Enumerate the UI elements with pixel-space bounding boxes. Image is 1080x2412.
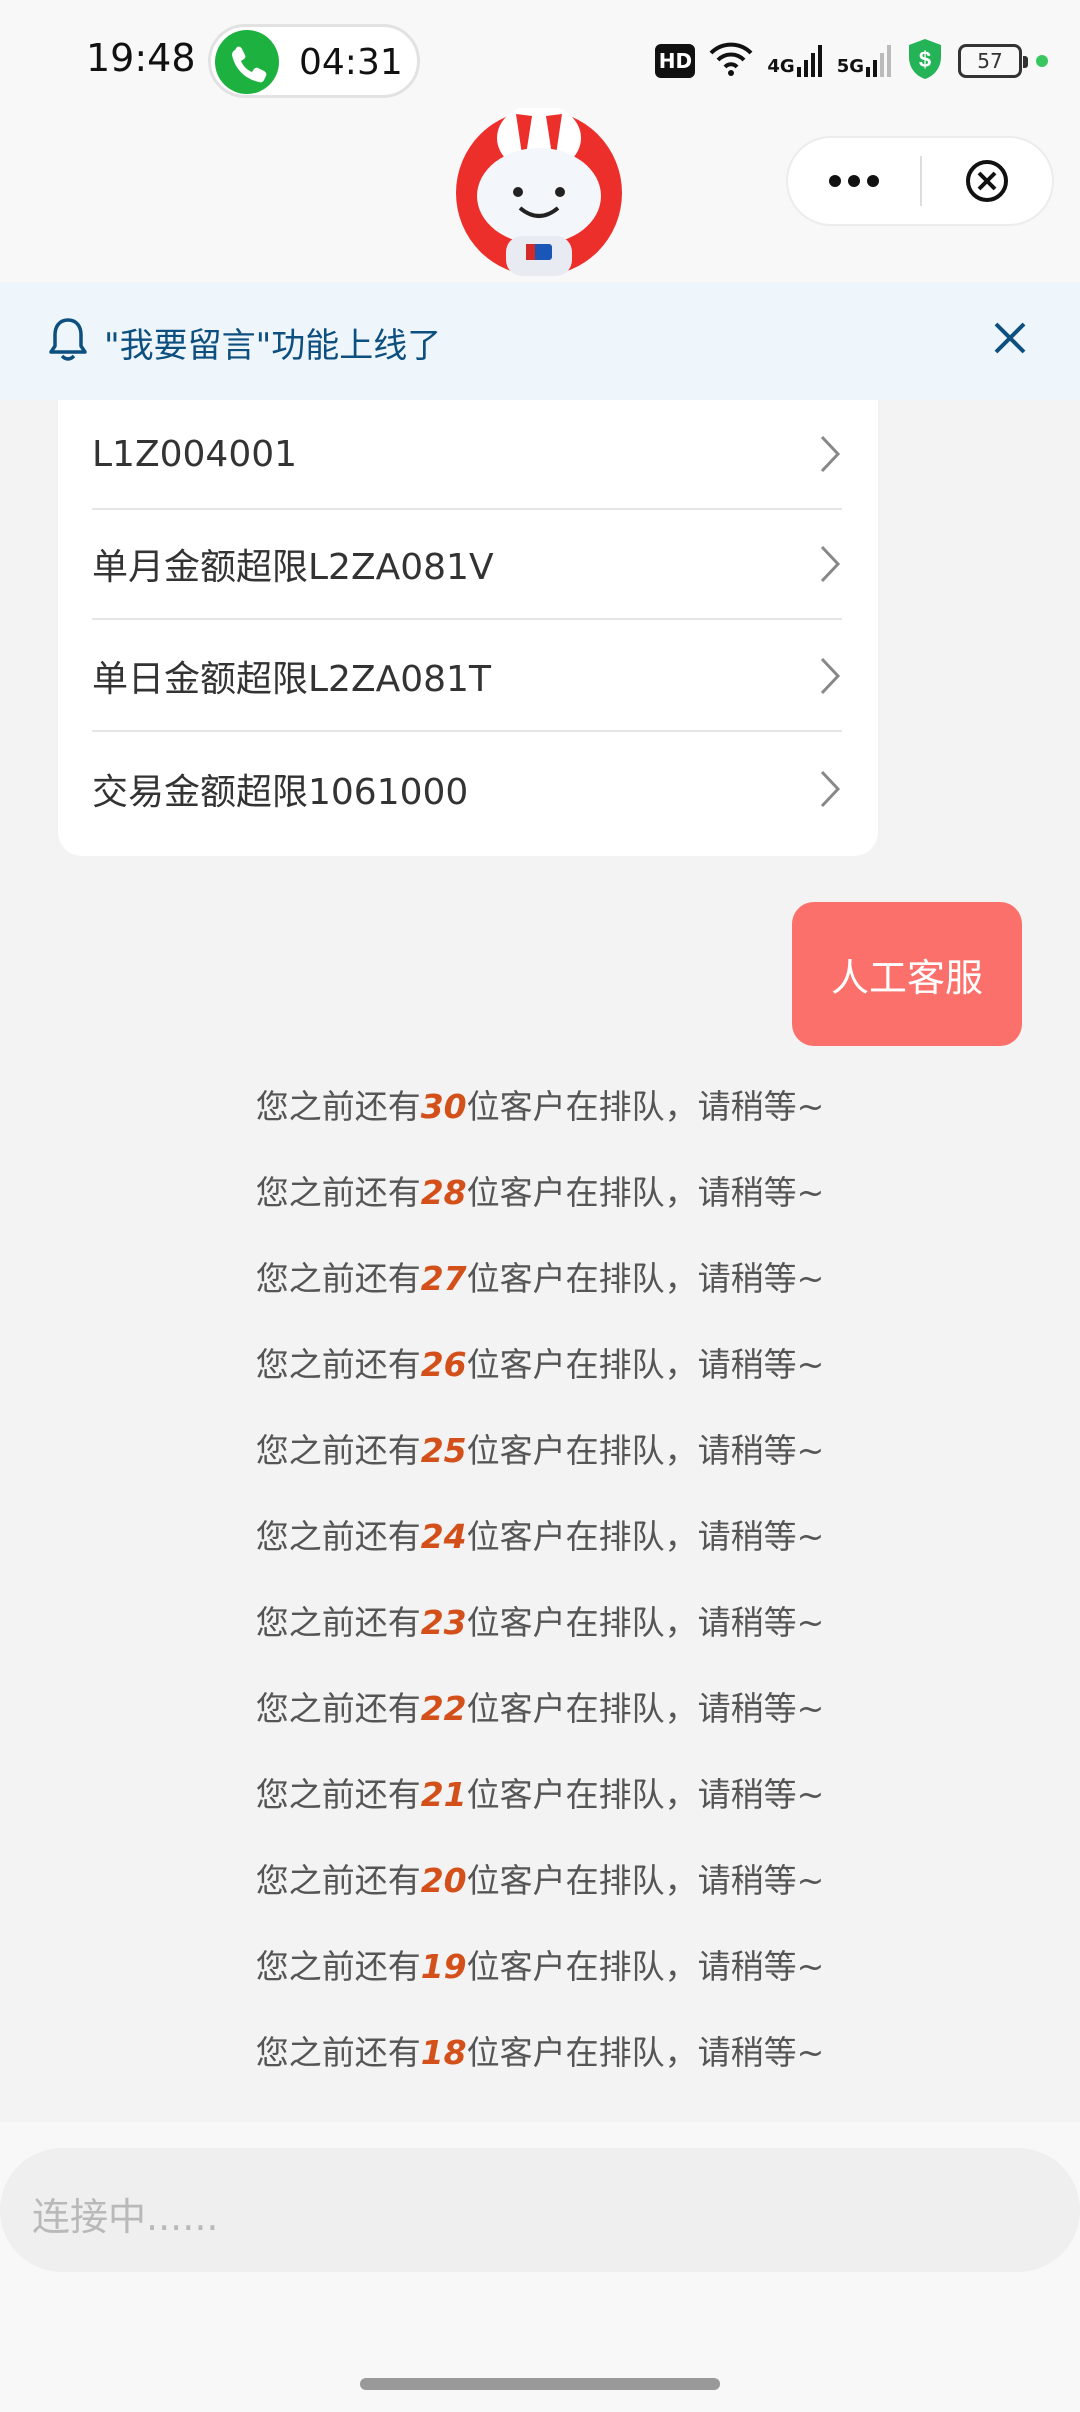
chevron-right-icon — [820, 770, 841, 808]
hd-voice-icon: HD — [655, 44, 696, 78]
more-dots-icon — [829, 175, 879, 187]
queue-suffix: 位客户在排队，请稍等~ — [466, 1861, 825, 1900]
home-indicator[interactable] — [360, 2378, 720, 2390]
menu-item-label: L1Z004001 — [92, 433, 298, 475]
queue-suffix: 位客户在排队，请稍等~ — [466, 1517, 825, 1556]
queue-status-message: 您之前还有21位客户在排队，请稍等~ — [0, 1768, 1080, 1816]
queue-count: 28 — [420, 1173, 467, 1212]
battery-icon: 57 — [958, 44, 1028, 78]
chevron-right-icon — [820, 545, 841, 583]
queue-status-message: 您之前还有25位客户在排队，请稍等~ — [0, 1424, 1080, 1472]
queue-prefix: 您之前还有 — [255, 1775, 421, 1814]
queue-prefix: 您之前还有 — [255, 1517, 421, 1556]
close-announcement-icon[interactable] — [990, 318, 1030, 362]
phone-call-icon — [215, 30, 279, 94]
ongoing-call-pill[interactable]: 04:31 — [208, 24, 420, 98]
menu-item[interactable]: L1Z004001 — [92, 400, 842, 510]
queue-prefix: 您之前还有 — [255, 1173, 421, 1212]
queue-status-message: 您之前还有18位客户在排队，请稍等~ — [0, 2026, 1080, 2074]
menu-item[interactable]: 交易金额超限1061000 — [92, 734, 842, 844]
queue-prefix: 您之前还有 — [255, 1431, 421, 1470]
signal-5g-icon: 5G — [837, 45, 892, 77]
queue-count: 26 — [420, 1345, 467, 1384]
menu-item-label: 单月金额超限L2ZA081V — [92, 547, 494, 588]
queue-count: 23 — [420, 1603, 467, 1642]
queue-prefix: 您之前还有 — [255, 1861, 421, 1900]
queue-count: 24 — [420, 1517, 467, 1556]
exit-button[interactable] — [922, 138, 1052, 224]
chevron-right-icon — [820, 435, 841, 473]
app-header — [0, 100, 1080, 282]
call-timer: 04:31 — [299, 42, 403, 83]
active-dot-icon — [1036, 55, 1048, 67]
queue-suffix: 位客户在排队，请稍等~ — [466, 2033, 825, 2072]
queue-suffix: 位客户在排队，请稍等~ — [466, 1689, 825, 1728]
mini-program-capsule — [786, 136, 1054, 226]
queue-status-message: 您之前还有30位客户在排队，请稍等~ — [0, 1080, 1080, 1128]
mascot-avatar — [454, 104, 624, 278]
chevron-right-icon — [820, 657, 841, 695]
svg-text:$: $ — [919, 47, 931, 72]
queue-status-message: 您之前还有24位客户在排队，请稍等~ — [0, 1510, 1080, 1558]
error-code-menu-card: L1Z004001 单月金额超限L2ZA081V 单日金额超限L2ZA081T … — [58, 400, 878, 856]
queue-suffix: 位客户在排队，请稍等~ — [466, 1345, 825, 1384]
queue-suffix: 位客户在排队，请稍等~ — [466, 1431, 825, 1470]
queue-prefix: 您之前还有 — [255, 2033, 421, 2072]
menu-item[interactable]: 单月金额超限L2ZA081V — [92, 510, 842, 620]
queue-count: 21 — [420, 1775, 467, 1814]
queue-count: 20 — [420, 1861, 467, 1900]
queue-suffix: 位客户在排队，请稍等~ — [466, 1259, 825, 1298]
menu-item-label: 单日金额超限L2ZA081T — [92, 659, 491, 700]
menu-item[interactable]: 单日金额超限L2ZA081T — [92, 622, 842, 732]
queue-prefix: 您之前还有 — [255, 1345, 421, 1384]
signal-4g-icon: 4G — [767, 45, 822, 77]
queue-status-message: 您之前还有19位客户在排队，请稍等~ — [0, 1940, 1080, 1988]
queue-suffix: 位客户在排队，请稍等~ — [466, 1173, 825, 1212]
queue-status-message: 您之前还有22位客户在排队，请稍等~ — [0, 1682, 1080, 1730]
queue-count: 27 — [420, 1259, 467, 1298]
wifi-icon — [709, 41, 753, 81]
queue-status-message: 您之前还有28位客户在排队，请稍等~ — [0, 1166, 1080, 1214]
queue-status-message: 您之前还有20位客户在排队，请稍等~ — [0, 1854, 1080, 1902]
queue-count: 25 — [420, 1431, 467, 1470]
clock: 19:48 — [86, 36, 196, 80]
close-circle-icon — [966, 160, 1008, 202]
queue-prefix: 您之前还有 — [255, 1259, 421, 1298]
queue-count: 18 — [420, 2033, 467, 2072]
message-input[interactable]: 连接中...... — [0, 2148, 1080, 2272]
input-placeholder: 连接中...... — [32, 2195, 219, 2239]
queue-suffix: 位客户在排队，请稍等~ — [466, 1087, 825, 1126]
queue-count: 30 — [420, 1087, 467, 1126]
system-icons: HD 4G 5G $ 57 — [655, 38, 1048, 84]
announcement-bar: "我要留言"功能上线了 — [0, 282, 1080, 400]
queue-status-message: 您之前还有23位客户在排队，请稍等~ — [0, 1596, 1080, 1644]
queue-count: 19 — [420, 1947, 467, 1986]
queue-prefix: 您之前还有 — [255, 1603, 421, 1642]
queue-status-message: 您之前还有27位客户在排队，请稍等~ — [0, 1252, 1080, 1300]
menu-item-label: 交易金额超限1061000 — [92, 772, 469, 813]
security-shield-icon: $ — [906, 37, 944, 85]
queue-count: 22 — [420, 1689, 467, 1728]
user-message-bubble: 人工客服 — [792, 902, 1022, 1046]
queue-prefix: 您之前还有 — [255, 1689, 421, 1728]
queue-suffix: 位客户在排队，请稍等~ — [466, 1603, 825, 1642]
more-menu-button[interactable] — [788, 138, 920, 224]
bell-icon — [48, 316, 88, 366]
queue-suffix: 位客户在排队，请稍等~ — [466, 1775, 825, 1814]
queue-prefix: 您之前还有 — [255, 1087, 421, 1126]
queue-prefix: 您之前还有 — [255, 1947, 421, 1986]
queue-suffix: 位客户在排队，请稍等~ — [466, 1947, 825, 1986]
announcement-text[interactable]: "我要留言"功能上线了 — [104, 318, 441, 367]
queue-status-message: 您之前还有26位客户在排队，请稍等~ — [0, 1338, 1080, 1386]
